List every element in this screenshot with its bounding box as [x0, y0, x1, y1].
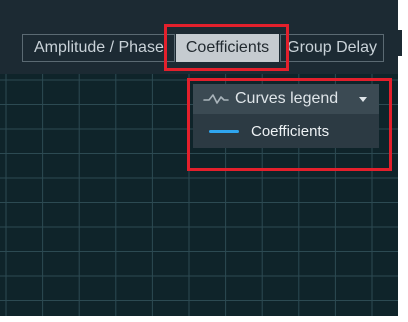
view-tabs: Amplitude / Phase Coefficients Group Del…	[22, 34, 384, 62]
legend-swatch-line	[209, 129, 239, 133]
legend-entry[interactable]: Coefficients	[193, 114, 379, 148]
waveform-icon	[203, 94, 229, 104]
tab-group-delay[interactable]: Group Delay	[280, 34, 384, 62]
curves-legend-title: Curves legend	[235, 90, 339, 107]
window-edge-bottom	[0, 316, 408, 322]
window-edge	[398, 0, 408, 322]
window-edge-notch	[398, 30, 402, 56]
legend-entry-label: Coefficients	[251, 122, 330, 140]
tab-amplitude-phase[interactable]: Amplitude / Phase	[22, 34, 175, 62]
tab-coefficients[interactable]: Coefficients	[175, 34, 280, 62]
curves-legend-header[interactable]: Curves legend	[193, 84, 379, 114]
filter-panel: Amplitude / Phase Coefficients Group Del…	[0, 0, 398, 316]
caret-down-icon[interactable]	[359, 96, 367, 102]
curves-legend: Curves legend Coefficients	[193, 84, 379, 148]
